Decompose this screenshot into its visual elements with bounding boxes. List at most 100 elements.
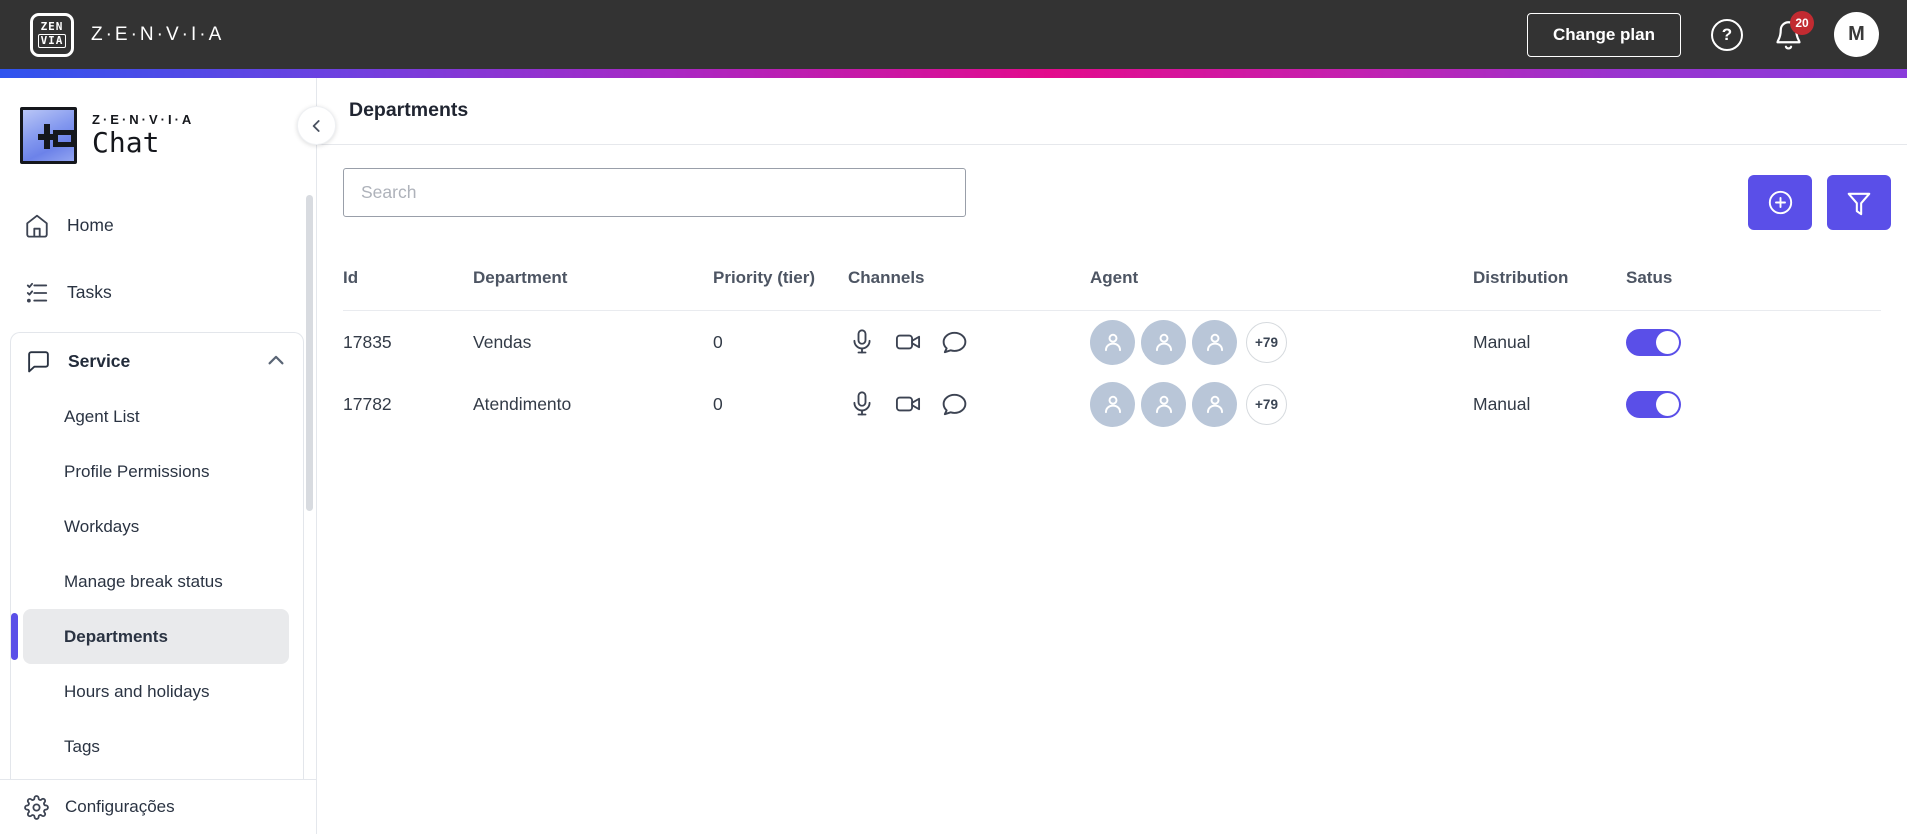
- column-header-priority: Priority (tier): [713, 268, 816, 287]
- sidebar-section-service[interactable]: Service: [11, 333, 303, 389]
- chevron-left-icon: [312, 119, 320, 132]
- title-divider: [318, 144, 1907, 145]
- sidebar-item-home[interactable]: Home: [0, 198, 316, 253]
- status-toggle[interactable]: [1626, 328, 1681, 356]
- table-row: 17782 Atendimento 0 +79 Manual: [343, 373, 1907, 435]
- person-icon: [1104, 395, 1121, 414]
- table-header-row: Id Department Priority (tier) Channels A…: [343, 268, 1907, 288]
- agents-overflow-badge[interactable]: +79: [1246, 383, 1287, 425]
- sidebar-item-label: Manage break status: [64, 571, 223, 591]
- column-header-status: Satus: [1626, 268, 1673, 287]
- zenvia-chat-logo-icon: [20, 107, 77, 164]
- cell-status: [1626, 390, 1786, 418]
- chat-bubble-icon: [942, 393, 967, 415]
- chevron-up-icon[interactable]: [265, 350, 287, 372]
- agent-avatar: [1192, 381, 1237, 427]
- funnel-icon: [1847, 192, 1871, 215]
- person-icon: [1155, 333, 1172, 352]
- sidebar-item-hours-and-holidays[interactable]: Hours and holidays: [23, 664, 289, 719]
- sidebar-item-label: Home: [67, 215, 114, 235]
- sidebar-item-label: Hours and holidays: [64, 681, 210, 701]
- cell-priority: 0: [713, 331, 723, 352]
- sidebar-item-manage-break-status[interactable]: Manage break status: [23, 554, 289, 609]
- sidebar-item-settings[interactable]: Configurações: [0, 779, 316, 834]
- logo-product-text: Chat: [92, 126, 160, 159]
- zenvia-chat-logo-text: Z·E·N·V·I·A Chat: [92, 107, 194, 157]
- add-department-button[interactable]: [1748, 175, 1812, 230]
- sidebar-item-label: Departments: [64, 626, 168, 646]
- sidebar-item-profile-permissions[interactable]: Profile Permissions: [23, 444, 289, 499]
- person-icon: [1155, 395, 1172, 414]
- video-camera-icon: [895, 396, 921, 412]
- agent-avatar: [1090, 319, 1135, 365]
- toggle-knob: [1656, 330, 1679, 354]
- logo-brand-text: Z·E·N·V·I·A: [92, 112, 195, 127]
- zenvia-logo-icon: ZEN VIA: [30, 12, 74, 57]
- tasks-icon: [26, 282, 48, 302]
- sidebar-item-workdays[interactable]: Workdays: [23, 499, 289, 554]
- brand-gradient-bar: [0, 69, 1907, 78]
- cell-agents: +79: [1090, 319, 1473, 365]
- chat-bubble-icon: [28, 350, 49, 372]
- agents-overflow-badge[interactable]: +79: [1246, 321, 1287, 363]
- filter-button[interactable]: [1827, 175, 1891, 230]
- sidebar-item-label: Agent List: [64, 406, 140, 426]
- logo-mark-bottom: VIA: [37, 33, 67, 48]
- column-header-id: Id: [343, 268, 359, 287]
- top-bar: ZEN VIA Z·E·N·V·I·A Change plan ? 20 M: [0, 0, 1907, 69]
- column-header-agent: Agent: [1090, 268, 1139, 287]
- cell-channels: [848, 389, 1090, 419]
- cell-id: 17835: [343, 331, 392, 352]
- notifications-button[interactable]: 20: [1773, 11, 1814, 50]
- plus-circle-icon: [1768, 190, 1792, 215]
- departments-table: Id Department Priority (tier) Channels A…: [343, 268, 1907, 435]
- sidebar-item-agent-list[interactable]: Agent List: [23, 389, 289, 444]
- notification-count-badge: 20: [1790, 11, 1814, 35]
- help-icon[interactable]: ?: [1711, 18, 1743, 51]
- sidebar-item-tags[interactable]: Tags: [23, 719, 289, 774]
- sidebar-item-label: Tasks: [67, 282, 112, 302]
- agent-avatar: [1090, 381, 1135, 427]
- sidebar-collapse-button[interactable]: [297, 106, 336, 145]
- cell-department: Vendas: [473, 331, 532, 352]
- microphone-icon: [853, 391, 871, 416]
- cell-agents: +79: [1090, 381, 1473, 427]
- cell-channels: [848, 327, 1090, 357]
- main-content: Departments Id Department Priority (tier…: [318, 78, 1907, 834]
- table-actions: [1748, 175, 1891, 230]
- cell-id: 17782: [343, 393, 392, 414]
- home-icon: [26, 214, 48, 238]
- column-header-channels: Channels: [848, 268, 925, 287]
- person-icon: [1104, 333, 1121, 352]
- agent-avatar: [1141, 319, 1186, 365]
- table-row: 17835 Vendas 0 +79 Manual: [343, 311, 1907, 373]
- sidebar-item-tasks[interactable]: Tasks: [0, 265, 316, 320]
- sidebar-item-label: Profile Permissions: [64, 461, 210, 481]
- microphone-icon: [853, 329, 871, 354]
- sidebar-nav: Home Tasks Service Agent List Profile Pe…: [0, 198, 316, 781]
- settings-label: Configurações: [65, 797, 175, 816]
- cell-distribution: Manual: [1473, 331, 1531, 352]
- user-avatar[interactable]: M: [1834, 12, 1879, 57]
- sidebar-item-label: Tags: [64, 736, 100, 756]
- agent-avatar: [1192, 319, 1237, 365]
- column-header-department: Department: [473, 268, 568, 287]
- logo-mark-top: ZEN: [40, 20, 64, 34]
- search-input[interactable]: [343, 168, 966, 217]
- service-section-label: Service: [68, 350, 131, 371]
- sidebar-item-label: Workdays: [64, 516, 140, 536]
- person-icon: [1206, 395, 1223, 414]
- change-plan-button[interactable]: Change plan: [1526, 12, 1681, 57]
- cell-status: [1626, 328, 1786, 356]
- sidebar: Z·E·N·V·I·A Chat Home Tasks Service Agen…: [0, 78, 336, 834]
- cell-priority: 0: [713, 393, 723, 414]
- video-camera-icon: [895, 334, 921, 350]
- zenvia-chat-logo: Z·E·N·V·I·A Chat: [20, 107, 194, 164]
- toggle-knob: [1656, 392, 1679, 416]
- person-icon: [1206, 333, 1223, 352]
- column-header-distribution: Distribution: [1473, 268, 1569, 287]
- sidebar-item-departments[interactable]: Departments: [11, 609, 289, 664]
- sidebar-scrollbar[interactable]: [306, 195, 313, 511]
- topbar-right-group: Change plan ? 20 M: [1526, 11, 1879, 57]
- status-toggle[interactable]: [1626, 390, 1681, 418]
